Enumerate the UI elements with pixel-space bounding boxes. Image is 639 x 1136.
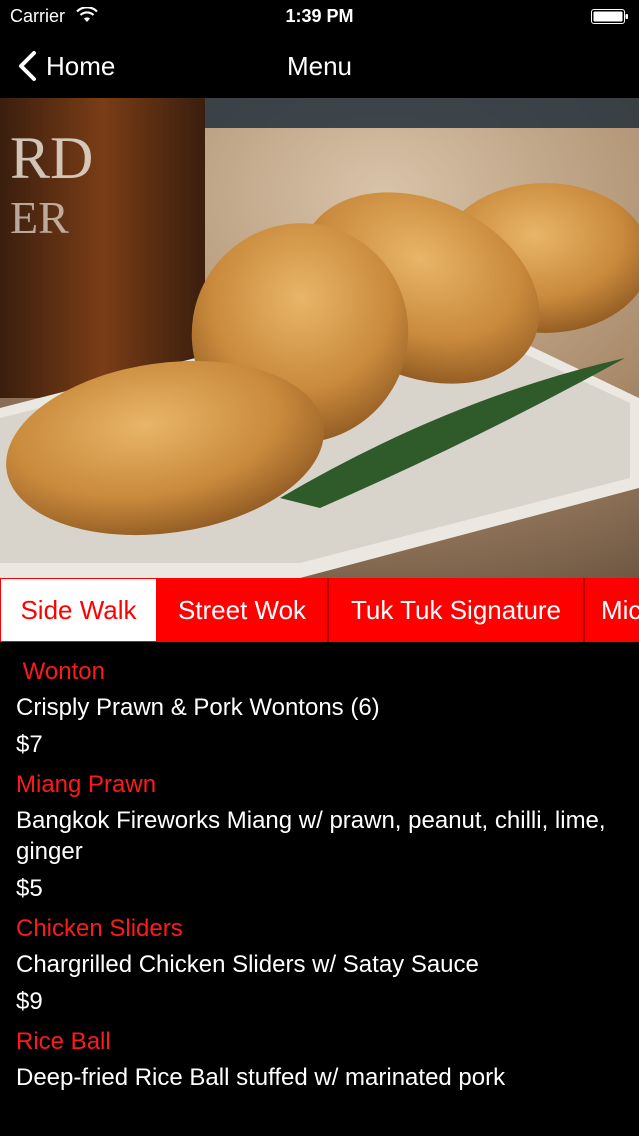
menu-item[interactable]: Chicken Sliders Chargrilled Chicken Slid… <box>16 913 626 1018</box>
item-name: Rice Ball <box>16 1028 111 1055</box>
item-description: Deep-fried Rice Ball stuffed w/ marinate… <box>16 1064 506 1091</box>
food-photo: RD ER <box>0 98 639 578</box>
item-price: $5 <box>16 875 43 902</box>
menu-item[interactable]: Wonton Crisply Prawn & Pork Wontons (6) … <box>16 656 626 761</box>
battery-icon <box>591 9 628 24</box>
menu-item[interactable]: Rice Ball Deep-fried Rice Ball stuffed w… <box>16 1026 626 1093</box>
item-description: Bangkok Fireworks Miang w/ prawn, peanut… <box>16 807 606 865</box>
status-time: 1:39 PM <box>285 6 354 26</box>
navigation-bar: Home Menu <box>0 34 639 98</box>
item-description: Crisply Prawn & Pork Wontons (6) <box>16 694 380 721</box>
item-name: Miang Prawn <box>16 771 157 798</box>
tab-side-walk[interactable]: Side Walk <box>0 578 157 642</box>
category-tabs: Side Walk Street Wok Tuk Tuk Signature M… <box>0 578 639 642</box>
item-price: $7 <box>16 731 43 758</box>
tab-mic[interactable]: Mic <box>585 578 639 642</box>
svg-text:ER: ER <box>10 192 69 243</box>
page-title: Menu <box>286 51 353 81</box>
item-name: Wonton <box>16 658 105 685</box>
status-bar: Carrier 1:39 PM <box>0 0 639 34</box>
item-name: Chicken Sliders <box>16 915 183 942</box>
svg-text:RD: RD <box>10 125 93 191</box>
item-price: $9 <box>16 988 43 1015</box>
tab-tuk-tuk-signature[interactable]: Tuk Tuk Signature <box>329 578 585 642</box>
menu-list: Wonton Crisply Prawn & Pork Wontons (6) … <box>16 656 626 1101</box>
menu-item[interactable]: Miang Prawn Bangkok Fireworks Miang w/ p… <box>16 769 626 905</box>
hero-image: RD ER <box>0 98 639 578</box>
item-description: Chargrilled Chicken Sliders w/ Satay Sau… <box>16 951 479 978</box>
tab-street-wok[interactable]: Street Wok <box>157 578 329 642</box>
